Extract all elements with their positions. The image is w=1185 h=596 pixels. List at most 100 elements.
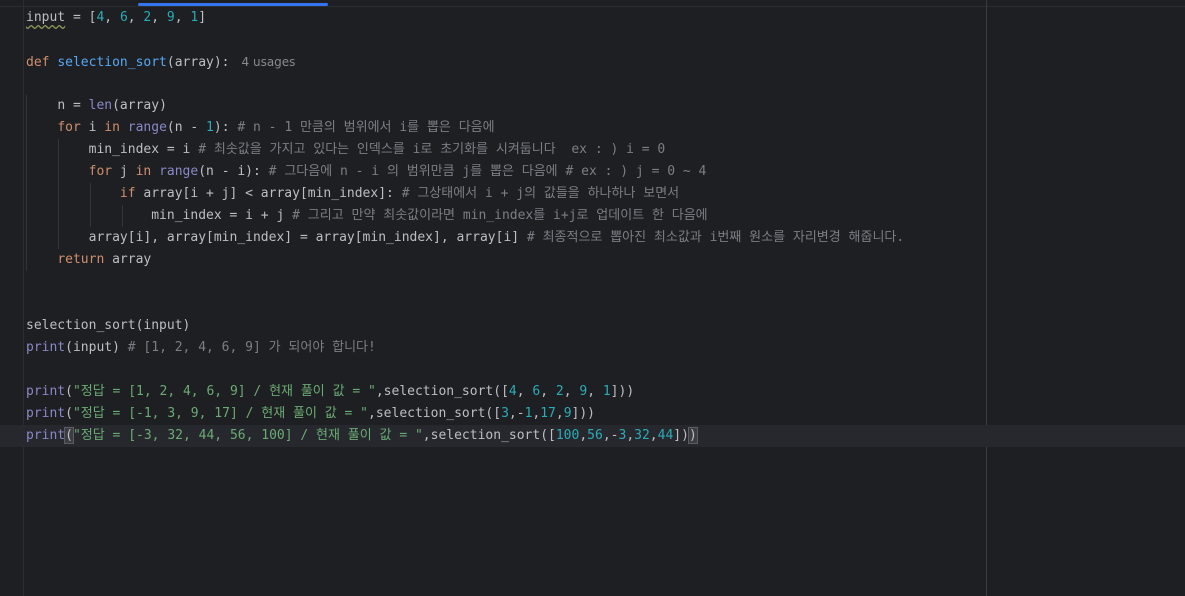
code-token: array[i], array[min_index] = array[min_i… — [88, 230, 527, 245]
number-token: 1 — [602, 384, 611, 399]
number-token: 44 — [657, 428, 674, 443]
code-token: (array) — [112, 98, 167, 113]
code-token: i — [80, 120, 105, 135]
number-token: 32 — [634, 428, 650, 443]
code-token: ,selection_sort([ — [375, 384, 509, 399]
code-line-15[interactable]: selection_sort(input) — [0, 315, 1185, 337]
comment-token: # n - 1 만큼의 범위에서 i를 뽑은 다음에 — [237, 120, 495, 135]
code-token: , — [540, 384, 556, 399]
number-token: 100 — [555, 428, 580, 443]
code-token: , — [563, 384, 580, 399]
number-token: 56 — [587, 428, 603, 443]
comment-token: # 그리고 만약 최솟값이라면 min_index를 i+j로 업데이트 한 다… — [292, 208, 708, 223]
string-token: "정답 = [-1, 3, 9, 17] / 현재 풀이 값 = " — [72, 406, 369, 421]
code-token: n = — [57, 98, 89, 113]
string-token: "정답 = [-3, 32, 44, 56, 100] / 현재 풀이 값 = … — [72, 428, 423, 443]
code-token: ] — [673, 428, 682, 443]
code-line-20-current[interactable]: print("정답 = [-3, 32, 44, 56, 100] / 현재 풀… — [0, 425, 1185, 447]
builtin-token: print — [26, 384, 66, 399]
number-token: 17 — [540, 406, 556, 421]
function-name: selection_sort — [57, 55, 167, 70]
code-token: ,- — [602, 428, 619, 443]
number-token: 9 — [579, 384, 588, 399]
code-token: ])) — [610, 384, 635, 399]
builtin-token: range — [159, 164, 199, 179]
code-token: ( — [65, 384, 73, 399]
code-area[interactable]: input = [4, 6, 2, 9, 1] def selection_so… — [0, 7, 1185, 447]
code-line-10[interactable]: min_index = i + j # 그리고 만약 최솟값이라면 min_in… — [0, 205, 1185, 227]
code-line-9[interactable]: if array[i + j] < array[min_index]: # 그상… — [0, 183, 1185, 205]
code-token: , — [151, 10, 167, 25]
code-line-6[interactable]: for i in range(n - 1): # n - 1 만큼의 범위에서 … — [0, 117, 1185, 139]
number-token: 2 — [555, 384, 564, 399]
code-token: (array): — [166, 55, 230, 70]
code-token: , — [579, 428, 588, 443]
code-line-2[interactable] — [0, 29, 1185, 51]
code-token: ): — [213, 120, 238, 135]
code-line-4[interactable] — [0, 73, 1185, 95]
comment-token: # 최종적으로 뽑아진 최소값과 i번째 원소를 자리변경 해줍니다. — [526, 230, 905, 245]
code-token: , — [104, 10, 120, 25]
code-token: ) — [681, 428, 689, 443]
code-line-16[interactable]: print(input) # [1, 2, 4, 6, 9] 가 되어야 합니다… — [0, 337, 1185, 359]
code-token: (n - i): — [198, 164, 269, 179]
code-line-12[interactable]: return array — [0, 249, 1185, 271]
code-line-8[interactable]: for j in range(n - i): # 그다음에 n - i 의 범위… — [0, 161, 1185, 183]
comment-token: # 그상태에서 i + j의 값들을 하나하나 보면서 — [401, 186, 680, 201]
code-token: (n - — [166, 120, 207, 135]
keyword-token: def — [26, 55, 50, 70]
code-line-11[interactable]: array[i], array[min_index] = array[min_i… — [0, 227, 1185, 249]
code-token: ] — [198, 10, 207, 25]
code-line-13[interactable] — [0, 271, 1185, 293]
code-token: min_index = i + j — [151, 208, 293, 223]
code-token: , — [127, 10, 144, 25]
code-token: ,- — [508, 406, 525, 421]
code-token: , — [174, 10, 191, 25]
number-token: 6 — [119, 10, 128, 25]
code-token: , — [516, 384, 533, 399]
code-line-14[interactable] — [0, 293, 1185, 315]
code-token: ,selection_sort([ — [422, 428, 556, 443]
code-line-7[interactable]: min_index = i # 최솟값을 가지고 있다는 인덱스를 i로 초기화… — [0, 139, 1185, 161]
matched-brace: ) — [687, 427, 698, 444]
number-token: 9 — [166, 10, 175, 25]
builtin-token: print — [26, 428, 66, 443]
code-token: ])) — [571, 406, 596, 421]
code-token: ( — [65, 406, 73, 421]
code-token: , — [587, 384, 603, 399]
builtin-token: len — [88, 98, 113, 113]
number-token: 4 — [508, 384, 517, 399]
code-line-17[interactable] — [0, 359, 1185, 381]
comment-token: # 그다음에 n - i 의 범위만큼 j를 뽑은 다음에 # ex : ) j… — [268, 164, 707, 179]
keyword-token: for — [57, 120, 81, 135]
builtin-token: print — [26, 406, 66, 421]
keyword-token: return — [57, 252, 105, 267]
code-token: ,selection_sort([ — [368, 406, 502, 421]
matched-brace: ( — [64, 427, 74, 444]
code-line-1[interactable]: input = [4, 6, 2, 9, 1] — [0, 7, 1185, 29]
code-token: , — [555, 406, 564, 421]
string-token: "정답 = [1, 2, 4, 6, 9] / 현재 풀이 값 = " — [72, 384, 376, 399]
code-line-5[interactable]: n = len(array) — [0, 95, 1185, 117]
number-token: 3 — [501, 406, 509, 421]
code-line-3[interactable]: def selection_sort(array): 4 usages — [0, 51, 1185, 73]
keyword-token: for — [88, 164, 113, 179]
number-token: 1 — [206, 120, 214, 135]
code-editor[interactable]: input = [4, 6, 2, 9, 1] def selection_so… — [0, 0, 1185, 596]
code-token: , — [649, 428, 658, 443]
number-token: 9 — [563, 406, 572, 421]
code-token: (input) — [65, 340, 128, 355]
builtin-token: range — [127, 120, 167, 135]
code-token: selection_sort(input) — [26, 318, 191, 333]
code-token: = [ — [65, 10, 97, 25]
usages-hint[interactable]: 4 usages — [242, 55, 296, 69]
keyword-token: in — [104, 120, 120, 135]
code-token: array — [104, 252, 152, 267]
code-line-19[interactable]: print("정답 = [-1, 3, 9, 17] / 현재 풀이 값 = "… — [0, 403, 1185, 425]
keyword-token: in — [135, 164, 152, 179]
keyword-token: if — [119, 186, 136, 201]
code-token: , — [626, 428, 635, 443]
code-line-18[interactable]: print("정답 = [1, 2, 4, 6, 9] / 현재 풀이 값 = … — [0, 381, 1185, 403]
